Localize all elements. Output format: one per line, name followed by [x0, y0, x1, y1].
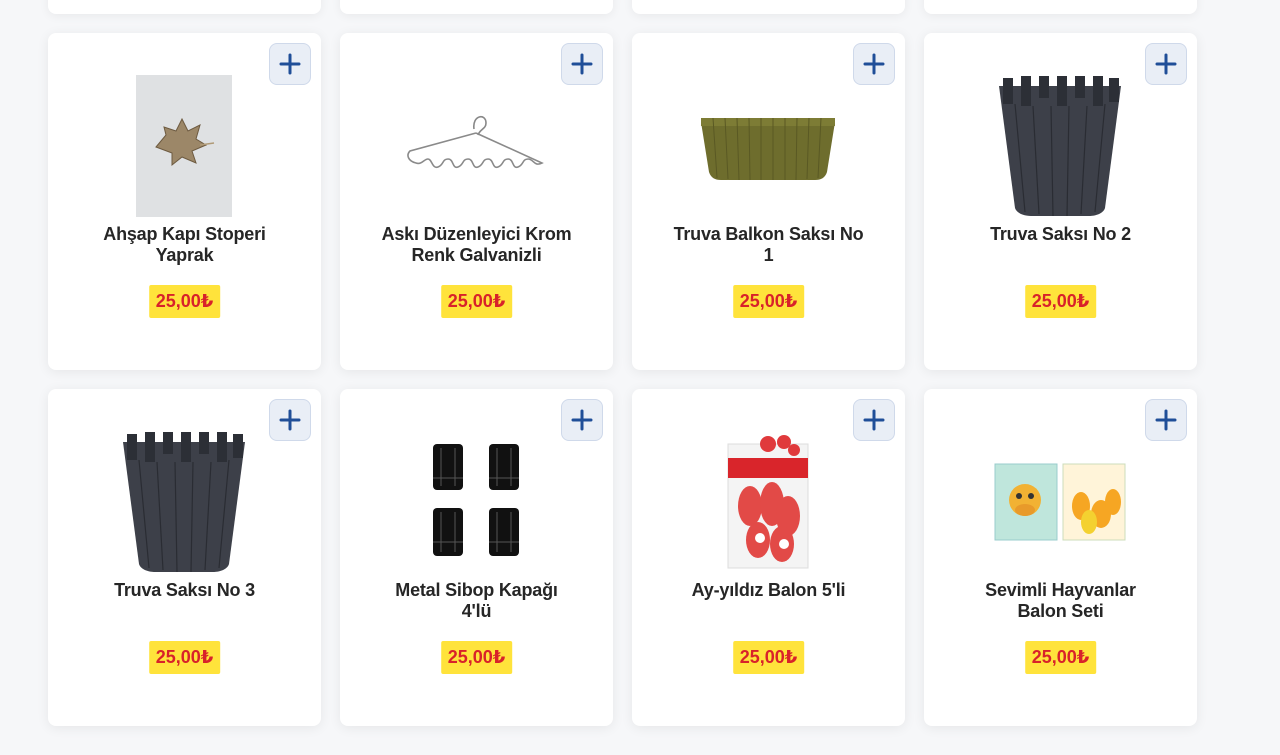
- product-price: 25,00₺: [148, 285, 221, 318]
- product-price: 25,00₺: [1024, 285, 1097, 318]
- product-price: 25,00₺: [732, 285, 805, 318]
- product-card[interactable]: Truva Balkon Saksı No 1 25,00₺: [632, 33, 905, 370]
- valve-caps-image: [433, 444, 519, 556]
- product-image[interactable]: [668, 427, 868, 577]
- slatted-pot-image: [123, 432, 245, 572]
- product-card-partial[interactable]: [48, 0, 321, 14]
- product-card-partial[interactable]: [924, 0, 1197, 14]
- product-card[interactable]: Ay-yıldız Balon 5'li 25,00₺: [632, 389, 905, 726]
- product-image[interactable]: [84, 71, 284, 221]
- animal-balloon-set-image: [994, 463, 1126, 541]
- olive-planter-image: [701, 117, 835, 181]
- product-card[interactable]: Metal Sibop Kapağı 4'lü 25,00₺: [340, 389, 613, 726]
- product-card-partial[interactable]: [632, 0, 905, 14]
- product-card-partial[interactable]: [340, 0, 613, 14]
- product-name[interactable]: Ay-yıldız Balon 5'li: [672, 580, 865, 601]
- product-card[interactable]: Askı Düzenleyici Krom Renk Galvanizli 25…: [340, 33, 613, 370]
- product-card[interactable]: Truva Saksı No 3 25,00₺: [48, 389, 321, 726]
- product-price: 25,00₺: [440, 285, 513, 318]
- product-name[interactable]: Sevimli Hayvanlar Balon Seti: [964, 580, 1157, 622]
- product-price: 25,00₺: [148, 641, 221, 674]
- product-card[interactable]: Sevimli Hayvanlar Balon Seti 25,00₺: [924, 389, 1197, 726]
- flag-balloons-image: [727, 435, 809, 569]
- product-card[interactable]: Ahşap Kapı Stoperi Yaprak 25,00₺: [48, 33, 321, 370]
- product-image[interactable]: [376, 71, 576, 221]
- product-image[interactable]: [376, 427, 576, 577]
- product-name[interactable]: Truva Saksı No 3: [88, 580, 281, 601]
- product-name[interactable]: Askı Düzenleyici Krom Renk Galvanizli: [380, 224, 573, 266]
- product-name[interactable]: Truva Saksı No 2: [964, 224, 1157, 245]
- product-price: 25,00₺: [1024, 641, 1097, 674]
- product-price: 25,00₺: [732, 641, 805, 674]
- product-image[interactable]: [960, 71, 1160, 221]
- product-image[interactable]: [960, 427, 1160, 577]
- hanger-organizer-image: [407, 116, 544, 169]
- previous-row-cards: [0, 0, 1280, 15]
- product-card[interactable]: Truva Saksı No 2 25,00₺: [924, 33, 1197, 370]
- product-name[interactable]: Ahşap Kapı Stoperi Yaprak: [88, 224, 281, 266]
- leaf-door-stopper-image: [136, 75, 232, 217]
- product-name[interactable]: Truva Balkon Saksı No 1: [672, 224, 865, 266]
- product-price: 25,00₺: [440, 641, 513, 674]
- product-image[interactable]: [668, 71, 868, 221]
- slatted-pot-image: [999, 76, 1121, 216]
- product-name[interactable]: Metal Sibop Kapağı 4'lü: [380, 580, 573, 622]
- product-image[interactable]: [84, 427, 284, 577]
